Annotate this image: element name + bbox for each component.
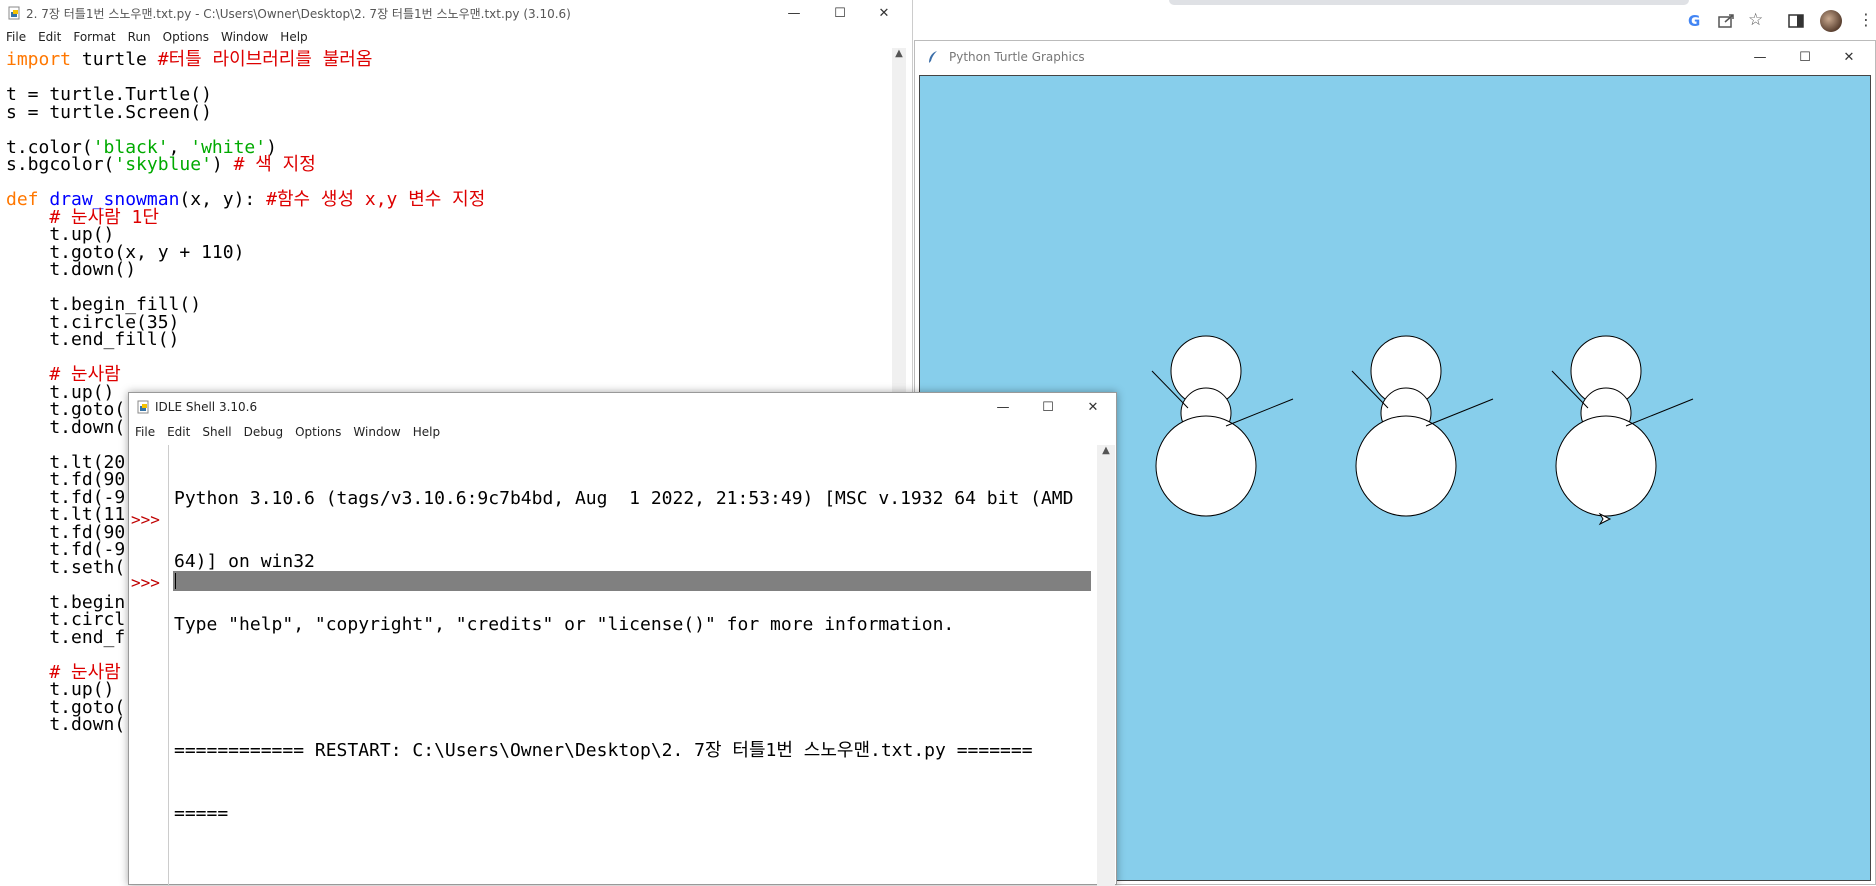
snowman-1 <box>1151 335 1294 517</box>
editor-menu-edit[interactable]: Edit <box>38 30 61 44</box>
browser-tab-strip <box>1169 0 1689 5</box>
shell-minimize-button[interactable]: — <box>981 393 1025 421</box>
browser-toolbar: G ☆ ⋮ <box>914 0 1876 40</box>
editor-menu-run[interactable]: Run <box>128 30 151 44</box>
profile-avatar[interactable] <box>1820 10 1842 32</box>
text-cursor <box>175 573 176 589</box>
shell-menubar: File Edit Shell Debug Options Window Help <box>129 421 1116 443</box>
prompt-marker-2: >>> <box>131 573 160 592</box>
code-line: t.up() <box>6 224 115 245</box>
share-icon[interactable] <box>1718 12 1736 32</box>
editor-menu-format[interactable]: Format <box>73 30 115 44</box>
shell-menu-file[interactable]: File <box>135 425 155 439</box>
turtle-maximize-button[interactable]: ☐ <box>1783 41 1827 73</box>
shell-title: IDLE Shell 3.10.6 <box>155 400 258 414</box>
code-line: t.down() <box>6 259 137 280</box>
shell-maximize-button[interactable]: ☐ <box>1026 393 1070 421</box>
shell-menu-debug[interactable]: Debug <box>244 425 283 439</box>
shell-output: Python 3.10.6 (tags/v3.10.6:9c7b4bd, Aug… <box>174 446 1073 866</box>
bookmark-star-icon[interactable]: ☆ <box>1748 10 1763 30</box>
prompt-marker-1: >>> <box>131 510 160 529</box>
side-panel-icon[interactable] <box>1788 13 1804 32</box>
shell-menu-help[interactable]: Help <box>413 425 440 439</box>
code-line: s.bgcolor('skyblue') # 색 지정 <box>6 154 316 175</box>
code-line: t.begin_fill() <box>6 294 202 315</box>
shell-close-button[interactable]: ✕ <box>1071 393 1115 421</box>
editor-menubar: File Edit Format Run Options Window Help <box>0 27 912 47</box>
editor-menu-file[interactable]: File <box>6 30 26 44</box>
restart-line-1: ============ RESTART: C:\Users\Owner\Des… <box>174 740 1033 761</box>
code-line: def draw_snowman(x, y): #함수 생성 x,y 변수 지정 <box>6 189 486 210</box>
editor-title: 2. 7장 터틀1번 스노우맨.txt.py - C:\Users\Owner\… <box>26 6 571 21</box>
turtle-titlebar[interactable]: Python Turtle Graphics <box>915 41 1875 73</box>
feather-icon <box>927 50 939 64</box>
shell-menu-edit[interactable]: Edit <box>167 425 190 439</box>
shell-titlebar[interactable]: IDLE Shell 3.10.6 <box>129 393 1116 421</box>
code-line: t = turtle.Turtle() <box>6 84 212 105</box>
python-shell-icon <box>137 400 149 414</box>
editor-menu-options[interactable]: Options <box>163 30 209 44</box>
shell-input-line[interactable] <box>173 571 1091 591</box>
snowman-3 <box>1551 335 1694 517</box>
editor-close-button[interactable]: ✕ <box>862 0 906 26</box>
banner-line-1: Python 3.10.6 (tags/v3.10.6:9c7b4bd, Aug… <box>174 488 1074 509</box>
shell-menu-window[interactable]: Window <box>353 425 400 439</box>
code-line: t.end_fill() <box>6 329 180 350</box>
turtle-close-button[interactable]: ✕ <box>1827 41 1871 73</box>
code-line: t.circle(35) <box>6 311 180 333</box>
turtle-title: Python Turtle Graphics <box>949 50 1085 64</box>
shell-scrollbar[interactable]: ▲ <box>1097 445 1115 886</box>
shell-window: IDLE Shell 3.10.6 — ☐ ✕ File Edit Shell Deb… <box>128 392 1117 886</box>
turtle-minimize-button[interactable]: — <box>1738 41 1782 73</box>
shell-menu-shell[interactable]: Shell <box>202 425 231 439</box>
editor-menu-help[interactable]: Help <box>280 30 307 44</box>
code-line: t.color('black', 'white') <box>6 136 277 158</box>
banner-line-3: Type "help", "copyright", "credits" or "… <box>174 614 955 635</box>
code-line: # 눈사람 <box>49 364 121 385</box>
shell-scroll-up-arrow-icon[interactable]: ▲ <box>1097 445 1115 456</box>
editor-maximize-button[interactable]: ☐ <box>818 0 862 26</box>
browser-menu-icon[interactable]: ⋮ <box>1858 10 1874 29</box>
restart-line-2: ===== <box>174 803 229 824</box>
python-file-icon <box>8 6 20 20</box>
shell-menu-options[interactable]: Options <box>295 425 341 439</box>
google-icon[interactable]: G <box>1688 12 1700 30</box>
code-line: s = turtle.Screen() <box>6 101 212 123</box>
editor-menu-window[interactable]: Window <box>221 30 268 44</box>
editor-minimize-button[interactable]: — <box>772 0 816 26</box>
banner-line-2: 64)] on win32 <box>174 551 315 572</box>
code-line: import turtle #터틀 라이브러리를 불러옴 <box>6 49 373 70</box>
snowman-2 <box>1351 335 1494 517</box>
scroll-up-arrow-icon[interactable]: ▲ <box>892 48 906 59</box>
code-line: t.goto(x, y + 110) <box>6 241 245 263</box>
